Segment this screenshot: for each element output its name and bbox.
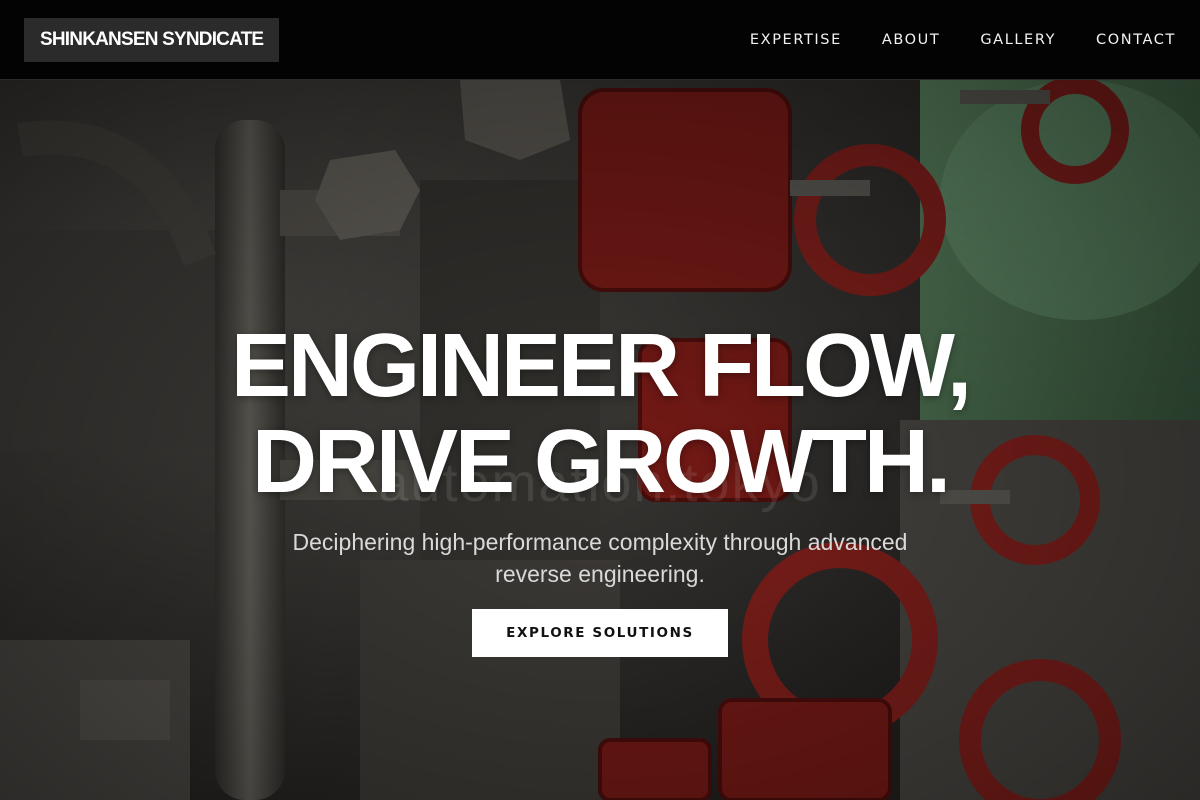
nav-link-expertise[interactable]: EXPERTISE bbox=[750, 32, 842, 48]
main-nav: EXPERTISE ABOUT GALLERY CONTACT bbox=[750, 0, 1176, 79]
hero-headline: ENGINEER FLOW, DRIVE GROWTH. bbox=[0, 318, 1200, 510]
explore-solutions-button[interactable]: EXPLORE SOLUTIONS bbox=[472, 609, 728, 657]
brand-logo[interactable]: SHINKANSEN SYNDICATE bbox=[24, 17, 280, 62]
hero-headline-line1: ENGINEER FLOW, bbox=[230, 316, 972, 416]
hero-subtitle: Deciphering high-performance complexity … bbox=[292, 529, 908, 587]
site-header: SHINKANSEN SYNDICATE EXPERTISE ABOUT GAL… bbox=[0, 0, 1200, 80]
nav-link-about[interactable]: ABOUT bbox=[882, 32, 941, 48]
nav-link-gallery[interactable]: GALLERY bbox=[980, 32, 1056, 48]
hero-headline-line2: DRIVE GROWTH. bbox=[252, 412, 951, 512]
nav-link-contact[interactable]: CONTACT bbox=[1096, 32, 1176, 48]
hero-content: ENGINEER FLOW, DRIVE GROWTH. automation.… bbox=[0, 80, 1200, 800]
